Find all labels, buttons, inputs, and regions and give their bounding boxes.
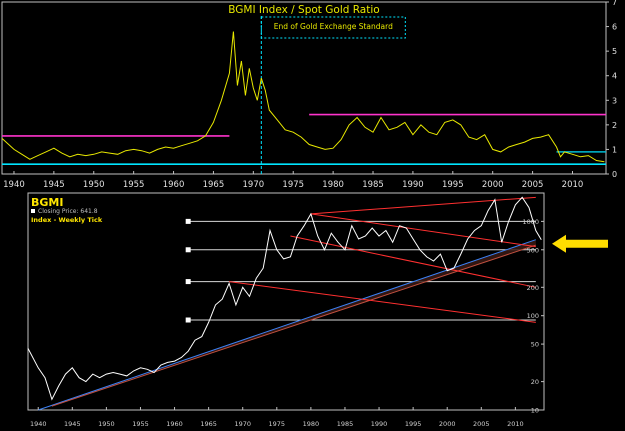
level-marker-0 bbox=[185, 218, 191, 224]
ratio-x-tick-label: 1940 bbox=[3, 180, 25, 190]
bgmi-x-tick-label: 2005 bbox=[473, 420, 490, 428]
ratio-y-tick-label: 3 bbox=[612, 96, 617, 105]
ratio-y-tick-label: 7 bbox=[612, 0, 617, 7]
level-marker-1 bbox=[185, 247, 191, 253]
ratio-x-tick-label: 1970 bbox=[243, 180, 265, 190]
bgmi-legend-closing-price: Closing Price: 641.8 bbox=[38, 208, 98, 215]
bgmi-x-tick-label: 1950 bbox=[98, 420, 115, 428]
bgmi-x-tick-label: 1985 bbox=[337, 420, 354, 428]
bgmi-x-tick-label: 1965 bbox=[200, 420, 217, 428]
bgmi-x-tick-label: 1955 bbox=[132, 420, 149, 428]
ratio-x-tick-label: 2005 bbox=[522, 180, 544, 190]
ratio-x-tick-label: 1980 bbox=[322, 180, 344, 190]
bgmi-y-tick-label: 1000 bbox=[522, 218, 539, 226]
ratio-y-tick-label: 6 bbox=[612, 23, 617, 32]
ratio-x-tick-label: 1995 bbox=[442, 180, 464, 190]
bgmi-x-tick-label: 1995 bbox=[405, 420, 422, 428]
bgmi-x-tick-label: 2010 bbox=[507, 420, 524, 428]
bgmi-y-tick-label: 500 bbox=[527, 246, 539, 254]
ratio-x-tick-label: 1960 bbox=[163, 180, 185, 190]
ratio-x-tick-label: 1955 bbox=[123, 180, 145, 190]
ratio-x-tick-label: 1990 bbox=[402, 180, 424, 190]
ratio-y-tick-label: 1 bbox=[612, 145, 617, 154]
ratio-y-tick-label: 0 bbox=[612, 170, 617, 179]
bgmi-y-tick-label: 200 bbox=[527, 284, 539, 292]
bgmi-x-tick-label: 2000 bbox=[439, 420, 456, 428]
bgmi-x-tick-label: 1960 bbox=[166, 420, 183, 428]
level-marker-3 bbox=[185, 317, 191, 323]
level-marker-2 bbox=[185, 279, 191, 285]
bgmi-x-tick-label: 1990 bbox=[371, 420, 388, 428]
event-annotation-label: End of Gold Exchange Standard bbox=[274, 22, 393, 31]
bgmi-y-tick-label: 100 bbox=[527, 312, 539, 320]
ratio-x-tick-label: 1945 bbox=[43, 180, 65, 190]
ratio-x-tick-label: 1965 bbox=[203, 180, 225, 190]
bgmi-x-tick-label: 1975 bbox=[269, 420, 286, 428]
ratio-x-tick-label: 2010 bbox=[562, 180, 584, 190]
ratio-y-tick-label: 4 bbox=[612, 72, 617, 81]
ratio-y-tick-label: 2 bbox=[612, 121, 617, 130]
bgmi-y-tick-label: 10 bbox=[531, 407, 539, 415]
bgmi-chart-subtitle: Index - Weekly Tick bbox=[31, 216, 103, 224]
bgmi-legend-swatch bbox=[31, 209, 35, 213]
ratio-chart-title: BGMI Index / Spot Gold Ratio bbox=[228, 4, 379, 16]
ratio-x-tick-label: 1975 bbox=[282, 180, 304, 190]
bgmi-y-tick-label: 50 bbox=[531, 341, 539, 349]
bgmi-x-tick-label: 1970 bbox=[234, 420, 251, 428]
ratio-x-tick-label: 1985 bbox=[362, 180, 384, 190]
bgmi-x-tick-label: 1940 bbox=[30, 420, 47, 428]
bgmi-x-tick-label: 1980 bbox=[303, 420, 320, 428]
ratio-x-tick-label: 2000 bbox=[482, 180, 504, 190]
ratio-y-tick-label: 5 bbox=[612, 47, 617, 56]
bgmi-x-tick-label: 1945 bbox=[64, 420, 81, 428]
chart-canvas: BGMI Index / Spot Gold Ratio End of Gold… bbox=[0, 0, 625, 431]
ratio-x-tick-label: 1950 bbox=[83, 180, 105, 190]
bgmi-y-tick-label: 20 bbox=[531, 378, 539, 386]
